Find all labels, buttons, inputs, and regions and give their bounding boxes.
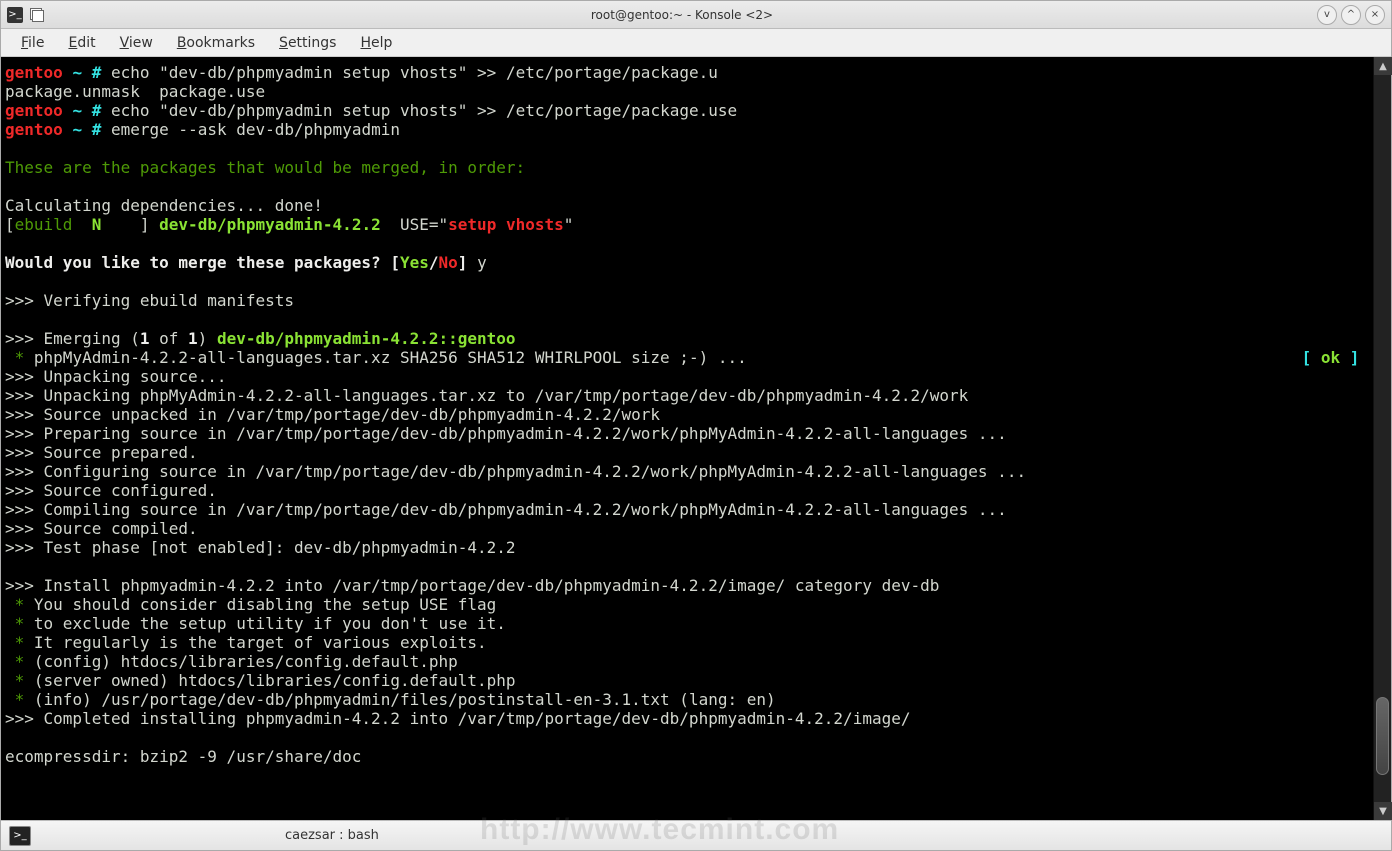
app-icon: >_ <box>7 7 23 23</box>
merge-header: These are the packages that would be mer… <box>5 158 525 177</box>
maximize-button[interactable]: ^ <box>1341 5 1361 25</box>
prompt-hash: # <box>92 63 102 82</box>
minimize-button[interactable]: v <box>1317 5 1337 25</box>
status-ok: ok <box>1321 348 1340 367</box>
prompt-path: ~ <box>72 63 82 82</box>
cmd-line: echo "dev-db/phpmyadmin setup vhosts" >>… <box>111 63 718 82</box>
calc-deps: Calculating dependencies... done! <box>5 196 323 215</box>
prompt-host: gentoo <box>5 63 63 82</box>
tab-label[interactable]: caezsar : bash <box>285 828 379 843</box>
merge-question: Would you like to merge these packages? <box>5 253 381 272</box>
completion-line: package.unmask package.use <box>5 82 265 101</box>
new-window-icon[interactable] <box>29 7 45 23</box>
new-tab-icon[interactable]: >_ <box>9 826 31 846</box>
status-ok-open: [ <box>1302 348 1321 367</box>
menu-view[interactable]: View <box>108 32 165 54</box>
menubar: File Edit View Bookmarks Settings Help <box>1 29 1391 57</box>
menu-bookmarks[interactable]: Bookmarks <box>165 32 267 54</box>
close-button[interactable]: × <box>1365 5 1385 25</box>
menu-help[interactable]: Help <box>348 32 404 54</box>
terminal-area: gentoo ~ # echo "dev-db/phpmyadmin setup… <box>1 57 1391 820</box>
window-title: root@gentoo:~ - Konsole <2> <box>51 8 1313 22</box>
konsole-window: >_ root@gentoo:~ - Konsole <2> v ^ × Fil… <box>0 0 1392 851</box>
scroll-up-icon[interactable]: ▲ <box>1374 57 1392 75</box>
ebuild-pkg: dev-db/phpmyadmin-4.2.2 <box>159 215 381 234</box>
titlebar[interactable]: >_ root@gentoo:~ - Konsole <2> v ^ × <box>1 1 1391 29</box>
scrollbar[interactable]: ▲ ▼ <box>1373 57 1391 820</box>
statusbar: >_ caezsar : bash <box>1 820 1391 850</box>
terminal[interactable]: gentoo ~ # echo "dev-db/phpmyadmin setup… <box>1 57 1373 820</box>
menu-settings[interactable]: Settings <box>267 32 348 54</box>
scroll-thumb[interactable] <box>1376 697 1389 775</box>
scroll-down-icon[interactable]: ▼ <box>1374 802 1392 820</box>
menu-file[interactable]: File <box>9 32 56 54</box>
menu-edit[interactable]: Edit <box>56 32 107 54</box>
